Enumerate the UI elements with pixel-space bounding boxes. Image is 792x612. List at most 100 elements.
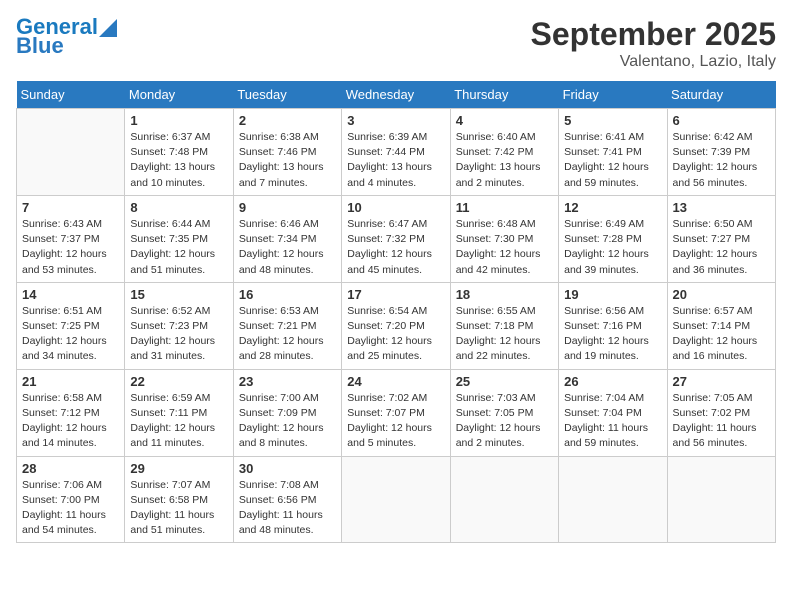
- day-number: 27: [673, 374, 770, 389]
- day-info: Sunrise: 7:02 AM Sunset: 7:07 PM Dayligh…: [347, 391, 444, 452]
- day-number: 2: [239, 113, 336, 128]
- day-info: Sunrise: 7:04 AM Sunset: 7:04 PM Dayligh…: [564, 391, 661, 452]
- week-row-2: 7Sunrise: 6:43 AM Sunset: 7:37 PM Daylig…: [17, 195, 776, 282]
- day-number: 15: [130, 287, 227, 302]
- day-cell: 18 Sunrise: 6:55 AM Sunset: 7:18 PM Dayli…: [450, 282, 558, 369]
- day-info: Sunrise: 6:56 AM Sunset: 7:16 PM Dayligh…: [564, 304, 661, 365]
- day-cell: 1 Sunrise: 6:37 AM Sunset: 7:48 PM Daylig…: [125, 109, 233, 196]
- day-number: 1: [130, 113, 227, 128]
- day-info: Sunrise: 6:44 AM Sunset: 7:35 PM Dayligh…: [130, 217, 227, 278]
- day-cell: 27 Sunrise: 7:05 AM Sunset: 7:02 PM Dayli…: [667, 369, 775, 456]
- day-info: Sunrise: 7:07 AM Sunset: 6:58 PM Dayligh…: [130, 478, 227, 539]
- day-cell: 14Sunrise: 6:51 AM Sunset: 7:25 PM Dayli…: [17, 282, 125, 369]
- location: Valentano, Lazio, Italy: [531, 53, 776, 71]
- day-info: Sunrise: 6:55 AM Sunset: 7:18 PM Dayligh…: [456, 304, 553, 365]
- header-cell-wednesday: Wednesday: [342, 81, 450, 109]
- day-number: 12: [564, 200, 661, 215]
- week-row-1: 1 Sunrise: 6:37 AM Sunset: 7:48 PM Daylig…: [17, 109, 776, 196]
- day-info: Sunrise: 7:03 AM Sunset: 7:05 PM Dayligh…: [456, 391, 553, 452]
- day-cell: [559, 456, 667, 543]
- logo: General Blue: [16, 16, 117, 58]
- day-number: 5: [564, 113, 661, 128]
- month-title: September 2025: [531, 16, 776, 53]
- day-cell: 10 Sunrise: 6:47 AM Sunset: 7:32 PM Dayli…: [342, 195, 450, 282]
- day-info: Sunrise: 7:00 AM Sunset: 7:09 PM Dayligh…: [239, 391, 336, 452]
- day-cell: 4 Sunrise: 6:40 AM Sunset: 7:42 PM Daylig…: [450, 109, 558, 196]
- title-area: September 2025 Valentano, Lazio, Italy: [531, 16, 776, 71]
- week-row-4: 21Sunrise: 6:58 AM Sunset: 7:12 PM Dayli…: [17, 369, 776, 456]
- day-cell: [17, 109, 125, 196]
- day-info: Sunrise: 6:39 AM Sunset: 7:44 PM Dayligh…: [347, 130, 444, 191]
- day-number: 23: [239, 374, 336, 389]
- day-number: 21: [22, 374, 119, 389]
- day-number: 9: [239, 200, 336, 215]
- day-cell: 9 Sunrise: 6:46 AM Sunset: 7:34 PM Daylig…: [233, 195, 341, 282]
- header-cell-thursday: Thursday: [450, 81, 558, 109]
- day-cell: 12 Sunrise: 6:49 AM Sunset: 7:28 PM Dayli…: [559, 195, 667, 282]
- day-number: 19: [564, 287, 661, 302]
- day-number: 28: [22, 461, 119, 476]
- day-number: 4: [456, 113, 553, 128]
- day-info: Sunrise: 6:59 AM Sunset: 7:11 PM Dayligh…: [130, 391, 227, 452]
- day-number: 10: [347, 200, 444, 215]
- header-cell-tuesday: Tuesday: [233, 81, 341, 109]
- day-number: 25: [456, 374, 553, 389]
- day-info: Sunrise: 6:54 AM Sunset: 7:20 PM Dayligh…: [347, 304, 444, 365]
- header-cell-saturday: Saturday: [667, 81, 775, 109]
- day-cell: 13 Sunrise: 6:50 AM Sunset: 7:27 PM Dayli…: [667, 195, 775, 282]
- header-cell-friday: Friday: [559, 81, 667, 109]
- day-info: Sunrise: 6:49 AM Sunset: 7:28 PM Dayligh…: [564, 217, 661, 278]
- day-cell: [342, 456, 450, 543]
- day-number: 22: [130, 374, 227, 389]
- day-info: Sunrise: 6:52 AM Sunset: 7:23 PM Dayligh…: [130, 304, 227, 365]
- day-info: Sunrise: 7:05 AM Sunset: 7:02 PM Dayligh…: [673, 391, 770, 452]
- day-info: Sunrise: 6:43 AM Sunset: 7:37 PM Dayligh…: [22, 217, 119, 278]
- day-cell: [667, 456, 775, 543]
- day-number: 8: [130, 200, 227, 215]
- day-info: Sunrise: 6:51 AM Sunset: 7:25 PM Dayligh…: [22, 304, 119, 365]
- day-info: Sunrise: 6:37 AM Sunset: 7:48 PM Dayligh…: [130, 130, 227, 191]
- header-row: SundayMondayTuesdayWednesdayThursdayFrid…: [17, 81, 776, 109]
- day-number: 6: [673, 113, 770, 128]
- day-cell: 8 Sunrise: 6:44 AM Sunset: 7:35 PM Daylig…: [125, 195, 233, 282]
- day-cell: 23 Sunrise: 7:00 AM Sunset: 7:09 PM Dayli…: [233, 369, 341, 456]
- day-cell: 24 Sunrise: 7:02 AM Sunset: 7:07 PM Dayli…: [342, 369, 450, 456]
- day-cell: 17 Sunrise: 6:54 AM Sunset: 7:20 PM Dayli…: [342, 282, 450, 369]
- day-cell: 5Sunrise: 6:41 AM Sunset: 7:41 PM Daylig…: [559, 109, 667, 196]
- day-cell: 22 Sunrise: 6:59 AM Sunset: 7:11 PM Dayli…: [125, 369, 233, 456]
- day-info: Sunrise: 6:50 AM Sunset: 7:27 PM Dayligh…: [673, 217, 770, 278]
- day-info: Sunrise: 6:46 AM Sunset: 7:34 PM Dayligh…: [239, 217, 336, 278]
- day-number: 18: [456, 287, 553, 302]
- day-number: 16: [239, 287, 336, 302]
- day-cell: [450, 456, 558, 543]
- day-cell: 6 Sunrise: 6:42 AM Sunset: 7:39 PM Daylig…: [667, 109, 775, 196]
- day-number: 26: [564, 374, 661, 389]
- day-number: 29: [130, 461, 227, 476]
- day-cell: 7Sunrise: 6:43 AM Sunset: 7:37 PM Daylig…: [17, 195, 125, 282]
- day-info: Sunrise: 6:47 AM Sunset: 7:32 PM Dayligh…: [347, 217, 444, 278]
- day-info: Sunrise: 6:48 AM Sunset: 7:30 PM Dayligh…: [456, 217, 553, 278]
- day-cell: 26 Sunrise: 7:04 AM Sunset: 7:04 PM Dayli…: [559, 369, 667, 456]
- day-info: Sunrise: 7:08 AM Sunset: 6:56 PM Dayligh…: [239, 478, 336, 539]
- header-cell-monday: Monday: [125, 81, 233, 109]
- day-cell: 30Sunrise: 7:08 AM Sunset: 6:56 PM Dayli…: [233, 456, 341, 543]
- day-info: Sunrise: 6:40 AM Sunset: 7:42 PM Dayligh…: [456, 130, 553, 191]
- day-info: Sunrise: 7:06 AM Sunset: 7:00 PM Dayligh…: [22, 478, 119, 539]
- day-number: 17: [347, 287, 444, 302]
- day-info: Sunrise: 6:42 AM Sunset: 7:39 PM Dayligh…: [673, 130, 770, 191]
- header-cell-sunday: Sunday: [17, 81, 125, 109]
- day-cell: 20 Sunrise: 6:57 AM Sunset: 7:14 PM Dayli…: [667, 282, 775, 369]
- day-info: Sunrise: 6:57 AM Sunset: 7:14 PM Dayligh…: [673, 304, 770, 365]
- day-cell: 3 Sunrise: 6:39 AM Sunset: 7:44 PM Daylig…: [342, 109, 450, 196]
- day-number: 3: [347, 113, 444, 128]
- day-cell: 16 Sunrise: 6:53 AM Sunset: 7:21 PM Dayli…: [233, 282, 341, 369]
- day-cell: 2 Sunrise: 6:38 AM Sunset: 7:46 PM Daylig…: [233, 109, 341, 196]
- day-number: 20: [673, 287, 770, 302]
- day-info: Sunrise: 6:53 AM Sunset: 7:21 PM Dayligh…: [239, 304, 336, 365]
- day-number: 13: [673, 200, 770, 215]
- calendar-table: SundayMondayTuesdayWednesdayThursdayFrid…: [16, 81, 776, 543]
- day-cell: 11 Sunrise: 6:48 AM Sunset: 7:30 PM Dayli…: [450, 195, 558, 282]
- day-number: 24: [347, 374, 444, 389]
- day-number: 11: [456, 200, 553, 215]
- day-info: Sunrise: 6:38 AM Sunset: 7:46 PM Dayligh…: [239, 130, 336, 191]
